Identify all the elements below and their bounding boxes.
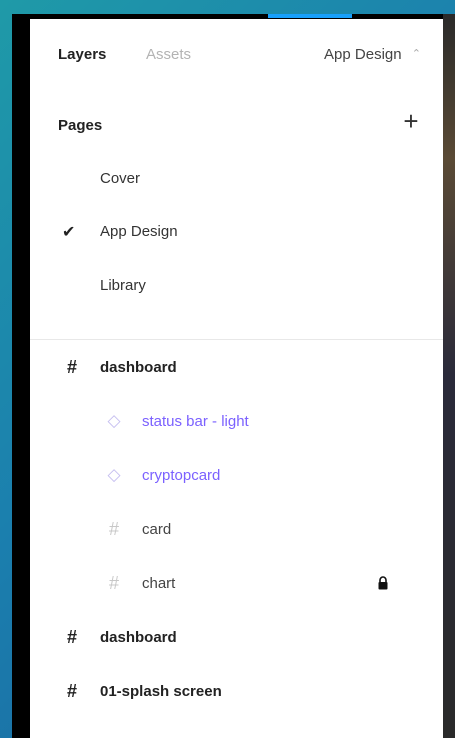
add-page-icon[interactable]: + — [399, 108, 423, 134]
layer-label: cryptopcard — [142, 467, 221, 484]
layer-label: dashboard — [100, 359, 177, 376]
page-picker[interactable]: App Design ⌃ — [324, 46, 421, 63]
tab-assets[interactable]: Assets — [146, 46, 191, 63]
toolbar-active-indicator — [268, 14, 352, 18]
tab-layers[interactable]: Layers — [58, 46, 106, 63]
layer-label: dashboard — [100, 629, 177, 646]
layer-label: 01-splash screen — [100, 683, 222, 700]
lock-icon[interactable] — [377, 576, 389, 590]
layer-label: card — [142, 521, 172, 538]
page-item-label: Library — [100, 277, 146, 294]
frame-icon: # — [66, 681, 77, 701]
section-divider — [30, 339, 443, 340]
checkmark-icon: ✔ — [62, 224, 76, 241]
layer-row[interactable]: # card — [30, 510, 443, 550]
pages-section-title: Pages — [58, 117, 103, 134]
layer-label: status bar - light — [142, 413, 249, 430]
page-item-cover[interactable]: Cover — [30, 159, 443, 199]
current-page-label: App Design — [324, 46, 402, 63]
frame-icon: # — [108, 519, 119, 539]
frame-icon: # — [108, 573, 119, 593]
page-item-label: Cover — [100, 170, 141, 187]
page-item-label: App Design — [100, 223, 178, 240]
layer-row[interactable]: ◇ cryptopcard — [30, 456, 443, 496]
layer-row[interactable]: # dashboard — [30, 348, 443, 388]
component-instance-icon: ◇ — [107, 465, 121, 484]
page-item-library[interactable]: Library — [30, 266, 443, 306]
page-item-app-design[interactable]: ✔ App Design — [30, 212, 443, 252]
layers-panel: Layers Assets App Design ⌃ Pages + Cover… — [30, 19, 443, 738]
component-instance-icon: ◇ — [107, 411, 121, 430]
layer-row[interactable]: ◇ status bar - light — [30, 402, 443, 442]
layer-row[interactable]: # dashboard — [30, 618, 443, 658]
canvas-edge — [443, 14, 455, 738]
layer-label: chart — [142, 575, 176, 592]
frame-icon: # — [66, 627, 77, 647]
chevron-up-icon: ⌃ — [411, 48, 421, 60]
layer-row[interactable]: # chart — [30, 564, 443, 604]
frame-icon: # — [66, 357, 77, 377]
panel-header: Layers Assets App Design ⌃ — [30, 19, 443, 101]
layer-row[interactable]: # 01-splash screen — [30, 672, 443, 712]
